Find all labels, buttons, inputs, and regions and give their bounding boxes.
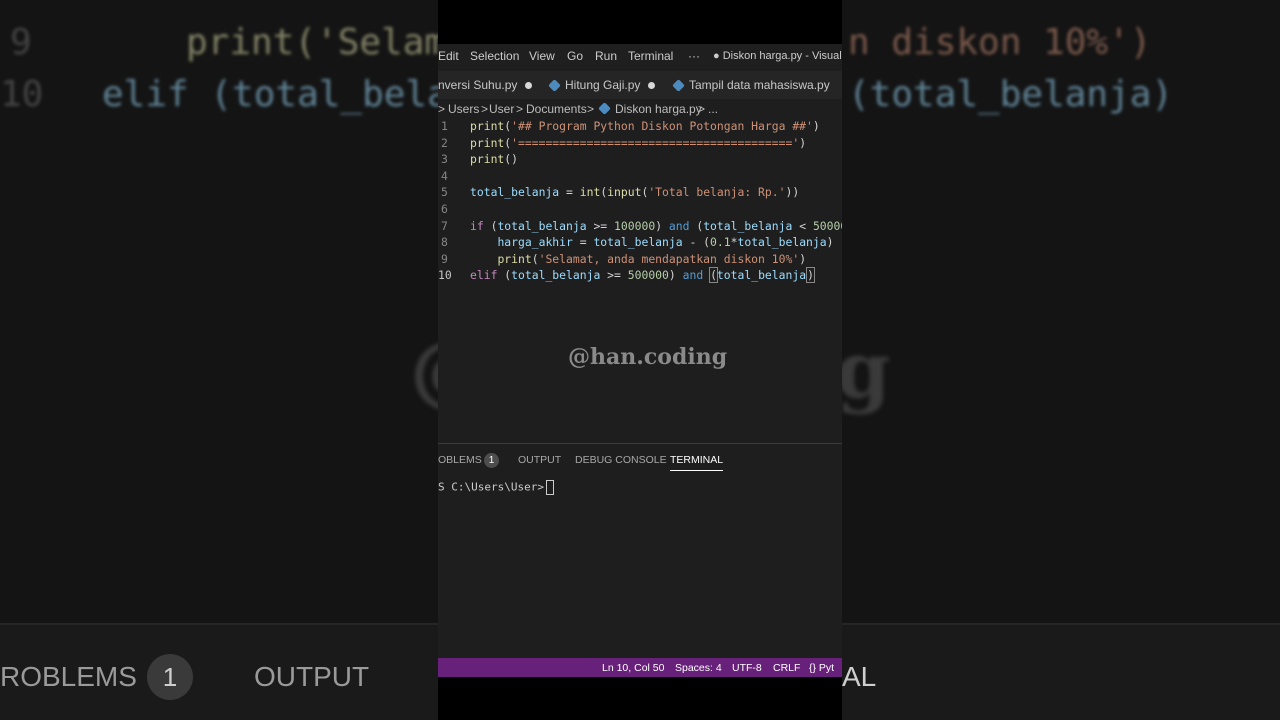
line-number: 2 xyxy=(441,135,448,150)
menu-more[interactable]: ··· xyxy=(688,49,700,63)
tab-terminal[interactable]: TERMINAL xyxy=(670,454,724,471)
code-line: 8 harga_akhir = total_belanja - (0.1*tot… xyxy=(441,235,834,250)
unsaved-dot-icon xyxy=(525,82,533,90)
terminal-cursor xyxy=(545,480,554,495)
code-line: 1 print('## Program Python Diskon Potonga… xyxy=(441,119,820,133)
line-number: 7 xyxy=(441,218,448,233)
code-line: 3 print() xyxy=(441,152,519,167)
bg-problems-tab: ROBLEMS xyxy=(0,661,137,692)
tab-konversi-suhu[interactable]: nversi Suhu.py xyxy=(438,71,533,99)
tab-output[interactable]: OUTPUT xyxy=(518,454,561,466)
line-number: 6 xyxy=(441,201,448,216)
bg-line-number-10: 10 xyxy=(0,74,44,115)
menu-view[interactable]: View xyxy=(529,49,555,63)
breadcrumb-separator: > xyxy=(516,102,524,116)
menu-run[interactable]: Run xyxy=(595,49,617,63)
status-bar: Ln 10, Col 50 Spaces: 4 UTF-8 CRLF {} Py… xyxy=(438,658,842,677)
bg-code-right-10: (total_belanja) xyxy=(848,74,1174,115)
bg-code-line-10: elif (total_bela xyxy=(102,74,449,115)
code-editor[interactable]: 1 print('## Program Python Diskon Potonga… xyxy=(438,118,842,284)
line-number: 3 xyxy=(441,152,448,167)
terminal-prompt[interactable]: S C:\Users\User> xyxy=(438,480,554,495)
code-line-active: 10 elif (total_belanja >= 500000) and (to… xyxy=(438,267,815,284)
line-number: 4 xyxy=(441,168,448,183)
breadcrumb-separator: > xyxy=(481,102,489,116)
line-number: 8 xyxy=(441,235,448,250)
menu-bar: Edit Selection View Go Run Terminal ··· … xyxy=(438,44,842,68)
python-file-icon xyxy=(548,79,561,93)
code-line: 2 print('================================… xyxy=(441,135,807,150)
problems-count-badge: 1 xyxy=(484,453,499,468)
breadcrumb-more[interactable]: ... xyxy=(708,102,718,116)
breadcrumb-separator: > xyxy=(698,102,706,116)
prompt-text: S C:\Users\User> xyxy=(438,480,544,494)
breadcrumb-users[interactable]: Users xyxy=(448,102,479,116)
editor-tabs: nversi Suhu.py Hitung Gaji.py Tampil dat… xyxy=(438,71,842,99)
breadcrumb-separator: > xyxy=(438,102,446,116)
window-title: ● Diskon harga.py - Visual S xyxy=(713,50,842,62)
menu-terminal[interactable]: Terminal xyxy=(628,49,673,63)
encoding[interactable]: UTF-8 xyxy=(732,662,762,674)
code-line: 6 xyxy=(438,201,842,218)
breadcrumb-user[interactable]: User xyxy=(489,102,514,116)
menu-go[interactable]: Go xyxy=(567,49,583,63)
tab-label: Tampil data mahasiswa.py xyxy=(689,78,830,92)
bg-output-tab: OUTPUT xyxy=(254,661,370,692)
tab-label: Hitung Gaji.py xyxy=(565,78,641,92)
bg-code-right-9: n diskon 10%') xyxy=(848,22,1152,63)
tab-problems[interactable]: OBLEMS xyxy=(438,454,482,466)
code-line: 4 xyxy=(438,168,842,185)
code-line: 7 if (total_belanja >= 100000) and (total… xyxy=(441,218,842,233)
bg-terminal-tab: AL xyxy=(842,661,877,692)
line-number: 10 xyxy=(438,268,452,283)
tab-tampil-data-mahasiswa[interactable]: Tampil data mahasiswa.py xyxy=(672,71,830,99)
unsaved-dot-icon xyxy=(648,82,656,90)
breadcrumb: > Users > User > Documents > Diskon harg… xyxy=(438,100,842,118)
python-file-icon xyxy=(672,79,685,93)
indentation[interactable]: Spaces: 4 xyxy=(675,662,722,674)
cursor-position[interactable]: Ln 10, Col 50 xyxy=(602,662,664,674)
tab-hitung-gaji[interactable]: Hitung Gaji.py xyxy=(548,71,656,99)
line-endings[interactable]: CRLF xyxy=(773,662,800,674)
bg-line-number-9: 9 xyxy=(10,22,32,63)
menu-selection[interactable]: Selection xyxy=(470,49,519,63)
bg-watermark-right: g xyxy=(836,325,891,416)
language-mode[interactable]: {} Pyt xyxy=(809,662,834,674)
line-number: 1 xyxy=(441,119,448,133)
bg-code-line-9: print('Selam xyxy=(186,22,447,63)
breadcrumb-separator: > xyxy=(587,102,595,116)
bottom-letterbox xyxy=(438,677,842,720)
bg-problems-badge: 1 xyxy=(147,654,193,700)
breadcrumb-documents[interactable]: Documents xyxy=(526,102,587,116)
bottom-panel: OBLEMS 1 OUTPUT DEBUG CONSOLE TERMINAL S… xyxy=(438,443,842,659)
watermark: @han.coding xyxy=(568,344,728,370)
code-line: 9 print('Selamat, anda mendapatkan disko… xyxy=(441,251,807,266)
tab-label: nversi Suhu.py xyxy=(438,78,518,92)
tab-debug-console[interactable]: DEBUG CONSOLE xyxy=(575,454,667,466)
top-letterbox xyxy=(438,0,842,44)
menu-edit[interactable]: Edit xyxy=(438,49,459,63)
breadcrumb-file[interactable]: Diskon harga.py xyxy=(615,102,702,116)
line-number: 9 xyxy=(441,251,448,266)
code-line: 5 total_belanja = int(input('Total belanj… xyxy=(441,185,800,200)
line-number: 5 xyxy=(441,185,448,200)
vscode-window: Edit Selection View Go Run Terminal ··· … xyxy=(438,0,842,720)
